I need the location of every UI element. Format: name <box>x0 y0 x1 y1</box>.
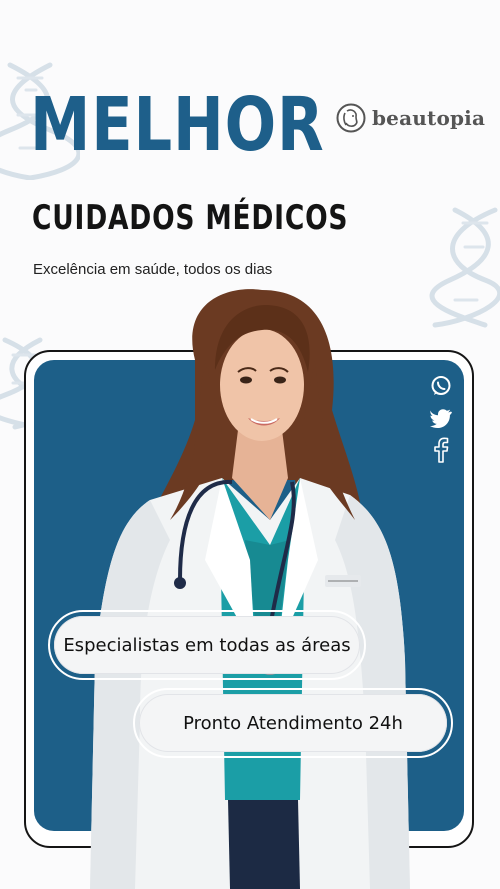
badge-specialists: Especialistas em todas as áreas <box>48 610 366 680</box>
poster: MELHOR CUIDADOS MÉDICOS Excelência em sa… <box>0 0 500 889</box>
brand-logo: beautopia <box>336 103 485 133</box>
subheadline: CUIDADOS MÉDICOS <box>32 198 349 238</box>
twitter-icon[interactable] <box>430 406 452 430</box>
social-icons <box>430 374 452 463</box>
face-logo-icon <box>336 103 366 133</box>
headline: MELHOR <box>30 82 325 168</box>
whatsapp-icon[interactable] <box>430 374 452 398</box>
badge-specialists-label: Especialistas em todas as áreas <box>54 616 360 674</box>
tagline: Excelência em saúde, todos os dias <box>33 261 273 278</box>
badge-emergency-label: Pronto Atendimento 24h <box>139 694 447 752</box>
facebook-icon[interactable] <box>430 437 452 463</box>
brand-name: beautopia <box>372 106 486 130</box>
badge-emergency-24h: Pronto Atendimento 24h <box>133 688 453 758</box>
dna-decoration-icon <box>429 207 500 328</box>
photo-card-background <box>34 360 464 831</box>
